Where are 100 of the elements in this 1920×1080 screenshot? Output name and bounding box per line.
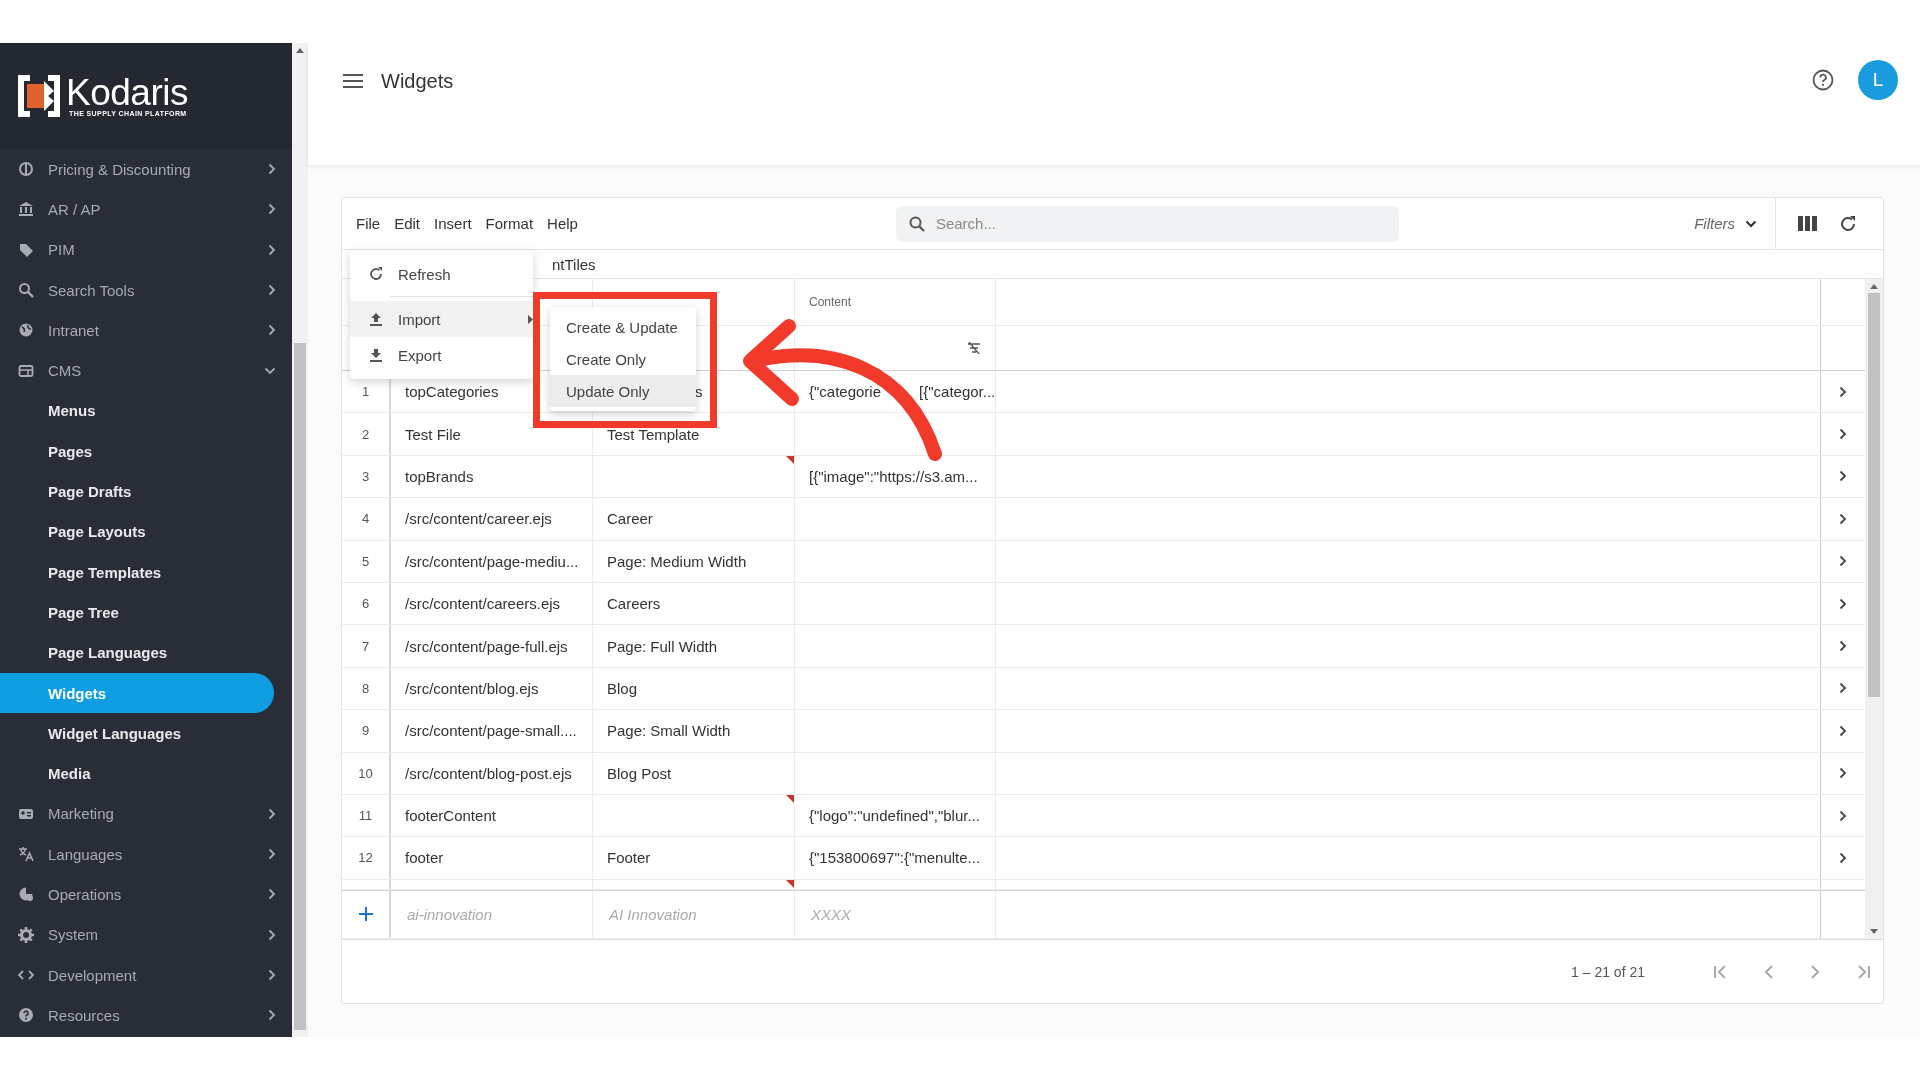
menu-item[interactable]: Refresh [350,256,533,292]
sidebar-subitem[interactable]: Media [0,753,274,794]
chevron-right-icon [268,1009,276,1022]
brand-name: Kodaris [66,75,188,110]
sidebar-subitem[interactable]: Widget Languages [0,713,274,754]
row-number: 5 [361,553,370,569]
menu-item[interactable]: Import [350,301,533,337]
sidebar-item[interactable]: System [0,914,292,955]
sidebar-item[interactable]: PIM [0,229,292,270]
window-icon [18,362,34,379]
refresh-icon [368,266,384,282]
open-row-icon[interactable] [1839,809,1847,822]
table-cell: s [695,383,703,401]
chevron-down-icon [1745,219,1757,228]
menu-icon[interactable] [343,73,363,89]
columns-icon [1798,216,1817,231]
table-cell: {"logo":"undefined","blur... [809,807,980,825]
input-field[interactable]: AI Innovation [607,904,781,924]
menu-button[interactable]: Insert [428,211,478,236]
chevron-right-icon [268,243,276,256]
chevron-right-icon [268,203,276,216]
open-row-icon[interactable] [1839,470,1847,483]
sidebar-item[interactable]: Search Tools [0,269,292,311]
table-cell: Test Template [607,425,700,443]
open-row-icon[interactable] [1839,724,1847,737]
row-number: 1 [361,384,370,400]
open-row-icon[interactable] [1839,555,1847,568]
sidebar-item[interactable]: Operations [0,874,292,915]
menu-button[interactable]: Help [541,211,584,236]
sidebar-item[interactable]: Resources [0,995,292,1036]
caret-icon [528,314,533,324]
refresh-icon [1839,214,1857,233]
column-header[interactable]: Content [809,295,852,309]
row-number: 3 [361,468,370,484]
sidebar-item[interactable]: Marketing [0,793,292,835]
table-cell: /src/content/page-mediu... [405,552,579,570]
scrollbar[interactable] [1865,279,1883,939]
page-range: 1 – 21 of 21 [1571,964,1645,980]
open-row-icon[interactable] [1839,428,1847,441]
open-row-icon[interactable] [1839,852,1847,864]
add-icon[interactable] [357,906,374,923]
row-number: 6 [361,596,370,612]
open-row-icon[interactable] [1839,512,1847,525]
sidebar-item[interactable]: Pricing & Discounting [0,149,292,190]
chevron-right-icon [268,928,276,941]
sidebar-subitem[interactable]: Page Tree [0,592,274,633]
help-icon[interactable] [1812,69,1834,91]
input-field[interactable]: XXXX [809,904,983,924]
clear-filter-icon[interactable] [967,342,981,354]
table-cell: topBrands [405,467,474,485]
help-icon [18,1007,34,1024]
table-cell: Footer [607,849,651,867]
table-cell: /src/content/blog-post.ejs [405,764,572,782]
sidebar-item[interactable]: CMS [0,350,292,391]
search-field[interactable]: Search... [895,205,1399,242]
open-row-icon[interactable] [1839,385,1847,398]
input-field[interactable]: ai-innovation [405,904,579,924]
table-cell: /src/content/page-full.ejs [405,637,568,655]
scroll-up-icon[interactable] [1870,284,1878,289]
upload-icon [368,311,384,327]
sidebar-item[interactable]: AR / AP [0,189,292,230]
pie-chart-icon [18,886,34,903]
scrollbar[interactable] [292,43,308,1037]
sidebar-item[interactable]: Languages [0,834,292,875]
open-row-icon[interactable] [1839,640,1847,653]
page-title: Widgets [381,70,454,93]
menu-item[interactable]: Create Only [550,343,696,375]
chevron-down-icon [264,366,276,375]
menu-item[interactable]: Export [350,337,533,373]
filters-button[interactable]: Filters [1688,211,1763,236]
open-row-icon[interactable] [1839,597,1847,610]
table-cell: Page: Medium Width [607,552,747,570]
table-cell: topCategories [405,383,499,401]
sidebar-item[interactable]: Intranet [0,310,292,351]
chevron-right-icon [268,848,276,861]
open-row-icon[interactable] [1839,767,1847,780]
menu-item[interactable]: Update Only [550,375,696,407]
table-cell: Test File [405,425,461,443]
scroll-down-icon[interactable] [1870,929,1878,934]
sidebar-subitem[interactable]: Menus [0,390,274,432]
menu-button[interactable]: Edit [388,211,427,236]
scroll-up-icon[interactable] [296,48,304,53]
row-number: 7 [361,638,370,654]
table-cell: footerContent [405,807,496,825]
open-row-icon[interactable] [1839,682,1847,695]
menu-button[interactable]: Format [479,211,540,236]
menu-button[interactable]: File [350,211,387,236]
sidebar-subitem[interactable]: Pages [0,431,274,472]
sidebar-subitem[interactable]: Page Languages [0,632,274,673]
sidebar-item[interactable]: Development [0,954,292,996]
table-cell: /src/content/careers.ejs [405,595,561,613]
coin-icon [18,161,34,178]
row-number: 11 [358,808,373,824]
sidebar-subitem[interactable]: Page Layouts [0,511,274,552]
menu-item[interactable]: Create & Update [550,311,696,343]
first-page-icon [1713,965,1729,979]
sidebar-subitem[interactable]: Page Drafts [0,471,274,512]
sidebar-subitem[interactable]: Page Templates [0,551,274,593]
table-cell: Careers [607,595,661,613]
bank-icon [18,201,34,218]
